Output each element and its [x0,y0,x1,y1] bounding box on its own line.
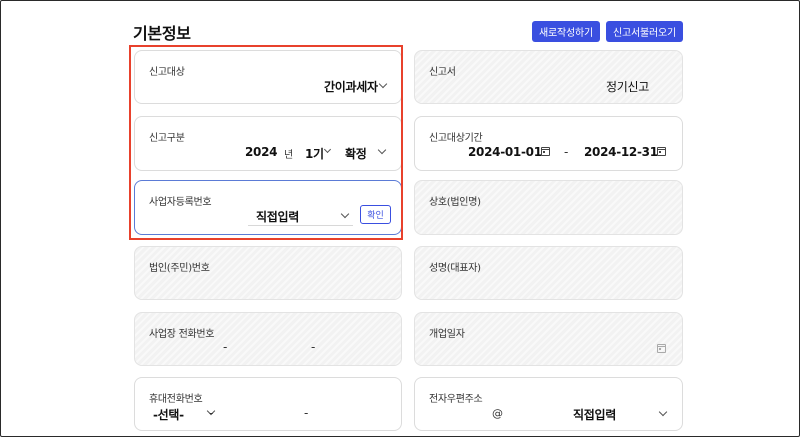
business-phone-label: 사업장 전화번호 [149,329,215,340]
at-sign: @ [492,407,503,420]
open-date-label: 개업일자 [429,329,465,340]
email-label: 전자우편주소 [429,394,483,405]
company-name-label: 상호(법인명) [429,197,481,208]
chevron-down-icon [658,407,668,417]
load-report-button[interactable]: 신고서불러오기 [606,21,683,42]
phone-separator: - [311,340,316,354]
calendar-icon [657,344,666,353]
report-form-field: 신고서 정기신고 [414,50,683,104]
mobile-prefix-select[interactable]: -선택- [153,406,184,423]
calendar-icon[interactable] [541,147,550,156]
report-period-field: 신고대상기간 2024-01-01 - 2024-12-31 [414,116,683,171]
mobile-field: 휴대전화번호 -선택- - - [134,377,402,431]
page-title: 기본정보 [133,24,191,43]
phone-separator: - [223,340,228,354]
date-separator: - [564,145,569,159]
report-form-label: 신고서 [429,67,456,78]
period-start-date[interactable]: 2024-01-01 [468,145,542,159]
company-name-field: 상호(법인명) [414,180,683,235]
mobile-separator: - [209,406,214,420]
calendar-icon[interactable] [657,147,666,156]
period-end-date[interactable]: 2024-12-31 [584,145,658,159]
business-phone-field: 사업장 전화번호 - - [134,312,402,366]
email-domain-select[interactable]: 직접입력 [573,406,616,423]
mobile-label: 휴대전화번호 [149,394,203,405]
representative-field: 성명(대표자) [414,246,683,300]
open-date-field: 개업일자 [414,312,683,366]
corp-number-field: 법인(주민)번호 [134,246,402,300]
report-period-label: 신고대상기간 [429,133,483,144]
mobile-separator: - [304,406,309,420]
email-field: 전자우편주소 @ 직접입력 [414,377,683,431]
corp-number-label: 법인(주민)번호 [149,263,210,274]
representative-label: 성명(대표자) [429,263,481,274]
report-form-value: 정기신고 [606,80,649,94]
highlight-box [129,45,403,240]
new-report-button[interactable]: 새로작성하기 [532,21,600,42]
